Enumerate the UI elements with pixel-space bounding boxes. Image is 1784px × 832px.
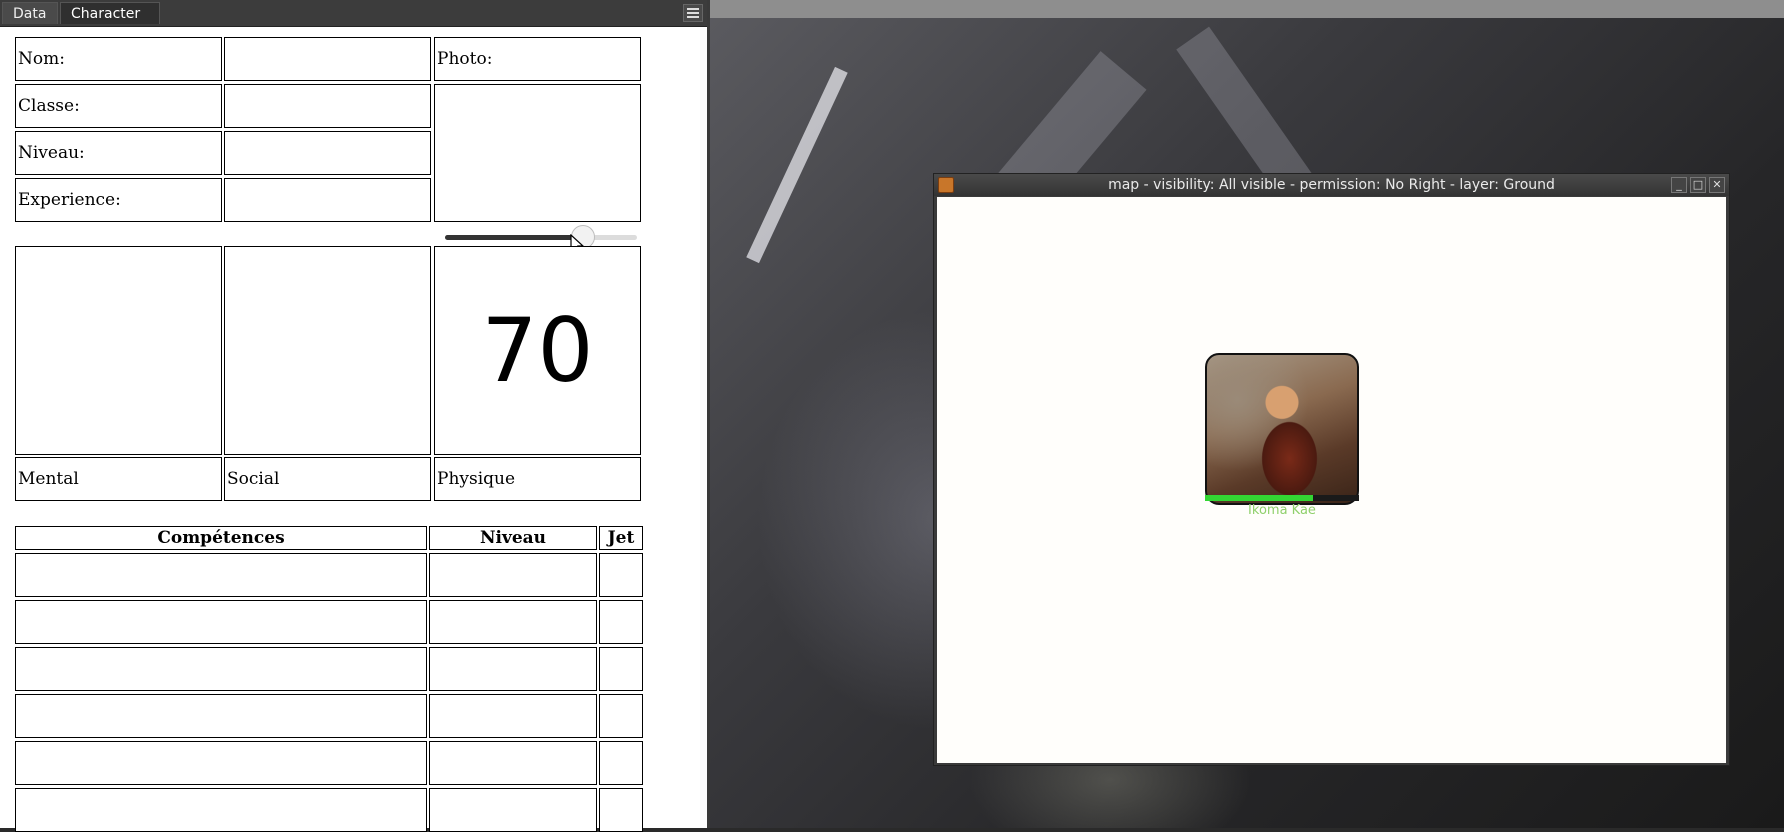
experience-field[interactable]	[224, 178, 431, 222]
skill-roll-cell[interactable]	[599, 647, 643, 691]
close-button[interactable]: ✕	[1709, 177, 1725, 193]
skill-level-cell[interactable]	[429, 600, 597, 644]
skill-name-cell[interactable]	[15, 600, 427, 644]
desktop-top-bar	[710, 0, 1784, 18]
skill-roll-cell[interactable]	[599, 694, 643, 738]
tab-data[interactable]: Data	[2, 2, 58, 24]
character-sheet-panel: Data Character 1 Nom: Photo: Classe: Niv…	[0, 0, 710, 832]
experience-label: Experience:	[15, 178, 222, 222]
maximize-button[interactable]: □	[1690, 177, 1706, 193]
niveau-field[interactable]	[224, 131, 431, 175]
token-health-fill	[1205, 495, 1313, 501]
skill-name-cell[interactable]	[15, 647, 427, 691]
classe-field[interactable]	[224, 84, 431, 128]
skill-name-cell[interactable]	[15, 553, 427, 597]
map-titlebar[interactable]: map - visibility: All visible - permissi…	[934, 174, 1729, 196]
nom-field[interactable]	[224, 37, 431, 81]
map-window-title: map - visibility: All visible - permissi…	[1108, 177, 1555, 193]
skill-name-cell[interactable]	[15, 694, 427, 738]
slider-fill	[445, 235, 584, 240]
minimize-button[interactable]: _	[1671, 177, 1687, 193]
mental-label: Mental	[15, 457, 222, 501]
skill-name-cell[interactable]	[15, 788, 427, 832]
photo-label: Photo:	[434, 37, 641, 81]
skills-header-niveau: Niveau	[429, 526, 597, 550]
photo-box[interactable]	[434, 84, 641, 222]
skill-level-cell[interactable]	[429, 553, 597, 597]
character-token-portrait[interactable]	[1205, 353, 1359, 505]
skills-header-competences: Compétences	[15, 526, 427, 550]
skill-roll-cell[interactable]	[599, 553, 643, 597]
niveau-label: Niveau:	[15, 131, 222, 175]
skill-name-cell[interactable]	[15, 741, 427, 785]
tab-bar: Data Character 1	[0, 0, 707, 44]
skill-level-cell[interactable]	[429, 788, 597, 832]
social-box[interactable]	[224, 246, 431, 455]
map-canvas[interactable]: Ikoma Kae	[937, 197, 1726, 763]
skill-roll-cell[interactable]	[599, 600, 643, 644]
social-label: Social	[224, 457, 431, 501]
skill-roll-cell[interactable]	[599, 741, 643, 785]
token-health-bar	[1205, 495, 1359, 501]
skill-roll-cell[interactable]	[599, 788, 643, 832]
physique-value: 70	[434, 246, 641, 455]
classe-label: Classe:	[15, 84, 222, 128]
skill-level-cell[interactable]	[429, 647, 597, 691]
list-menu-icon[interactable]	[683, 4, 703, 22]
map-window[interactable]: map - visibility: All visible - permissi…	[933, 173, 1730, 766]
token-name-label: Ikoma Kae	[1248, 503, 1316, 518]
skills-header-jet: Jet	[599, 526, 643, 550]
mental-box[interactable]	[15, 246, 222, 455]
tab-character-1[interactable]: Character 1	[60, 2, 160, 44]
skill-level-cell[interactable]	[429, 741, 597, 785]
nom-label: Nom:	[15, 37, 222, 81]
physique-label: Physique	[434, 457, 641, 501]
skill-level-cell[interactable]	[429, 694, 597, 738]
